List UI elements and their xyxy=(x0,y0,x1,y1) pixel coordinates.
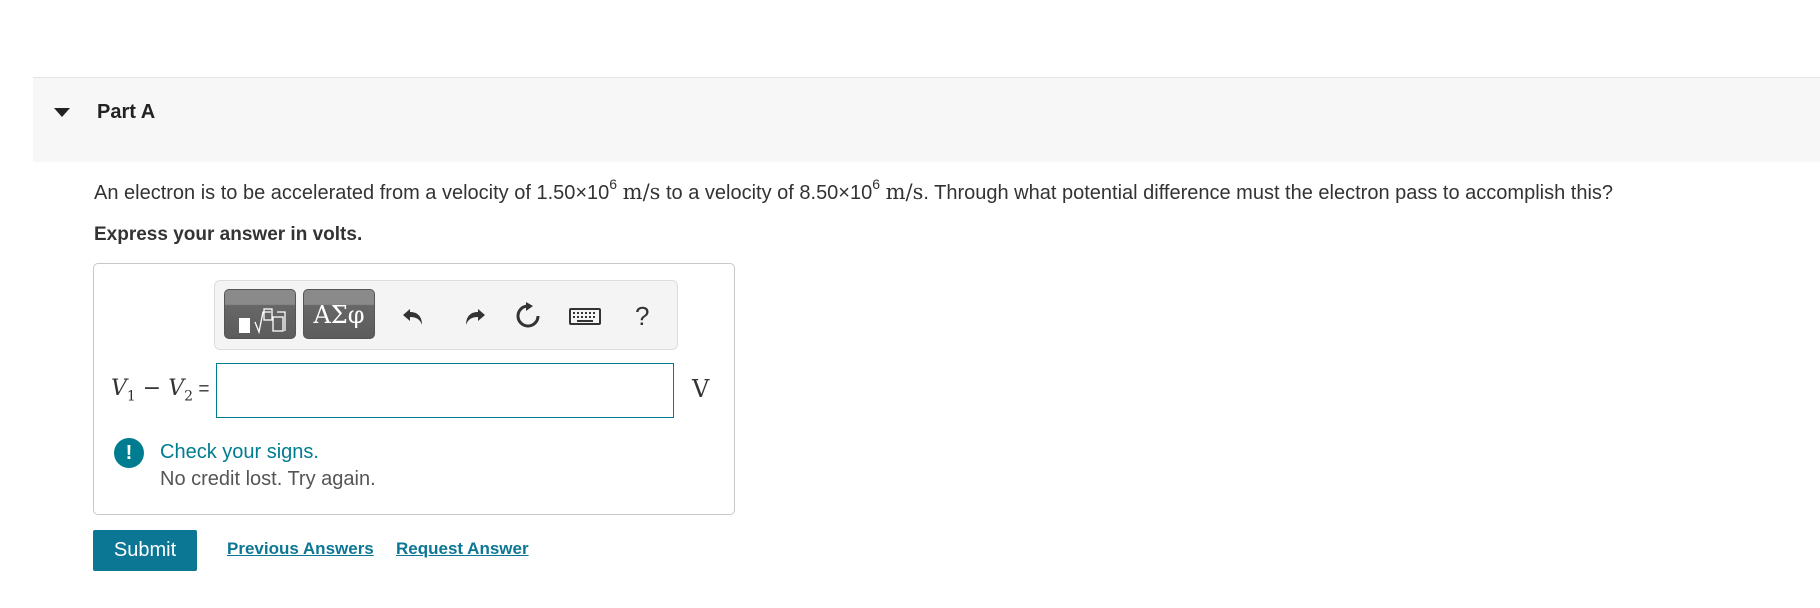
request-answer-link[interactable]: Request Answer xyxy=(396,539,529,559)
feedback-title: Check your signs. xyxy=(160,441,319,463)
answer-box: ΑΣφ ? V1 − V2 = V ! Check your signs. No… xyxy=(93,263,735,515)
question-middle: to a velocity of 8.50×10 xyxy=(665,182,873,204)
templates-button[interactable] xyxy=(224,289,296,339)
part-header[interactable]: Part A xyxy=(33,78,1820,162)
redo-icon[interactable] xyxy=(459,301,489,331)
part-title: Part A xyxy=(97,101,156,123)
unit-2: m/s xyxy=(885,180,924,204)
question-text: An electron is to be accelerated from a … xyxy=(94,177,1614,205)
unit-1: m/s xyxy=(622,180,661,204)
exponent-2: 6 xyxy=(872,176,881,193)
templates-icon xyxy=(239,308,286,335)
question-suffix: . Through what potential difference must… xyxy=(923,182,1614,204)
answer-unit: V xyxy=(692,375,710,403)
answer-input[interactable] xyxy=(216,363,674,418)
math-toolbar: ΑΣφ ? xyxy=(214,280,678,350)
instruction-text: Express your answer in volts. xyxy=(94,224,363,245)
alert-icon: ! xyxy=(114,438,144,468)
help-button[interactable]: ? xyxy=(635,301,649,332)
undo-icon[interactable] xyxy=(399,301,429,331)
keyboard-icon[interactable] xyxy=(569,301,601,331)
reset-icon[interactable] xyxy=(513,301,543,331)
greek-symbols-button[interactable]: ΑΣφ xyxy=(303,289,375,339)
answer-label: V1 − V2 = xyxy=(111,376,210,405)
exponent-1: 6 xyxy=(609,176,618,193)
question-prefix: An electron is to be accelerated from a … xyxy=(94,182,610,204)
caret-down-icon[interactable] xyxy=(54,108,70,117)
previous-answers-link[interactable]: Previous Answers xyxy=(227,539,374,559)
feedback-subtitle: No credit lost. Try again. xyxy=(160,468,376,490)
submit-button[interactable]: Submit xyxy=(93,530,197,571)
